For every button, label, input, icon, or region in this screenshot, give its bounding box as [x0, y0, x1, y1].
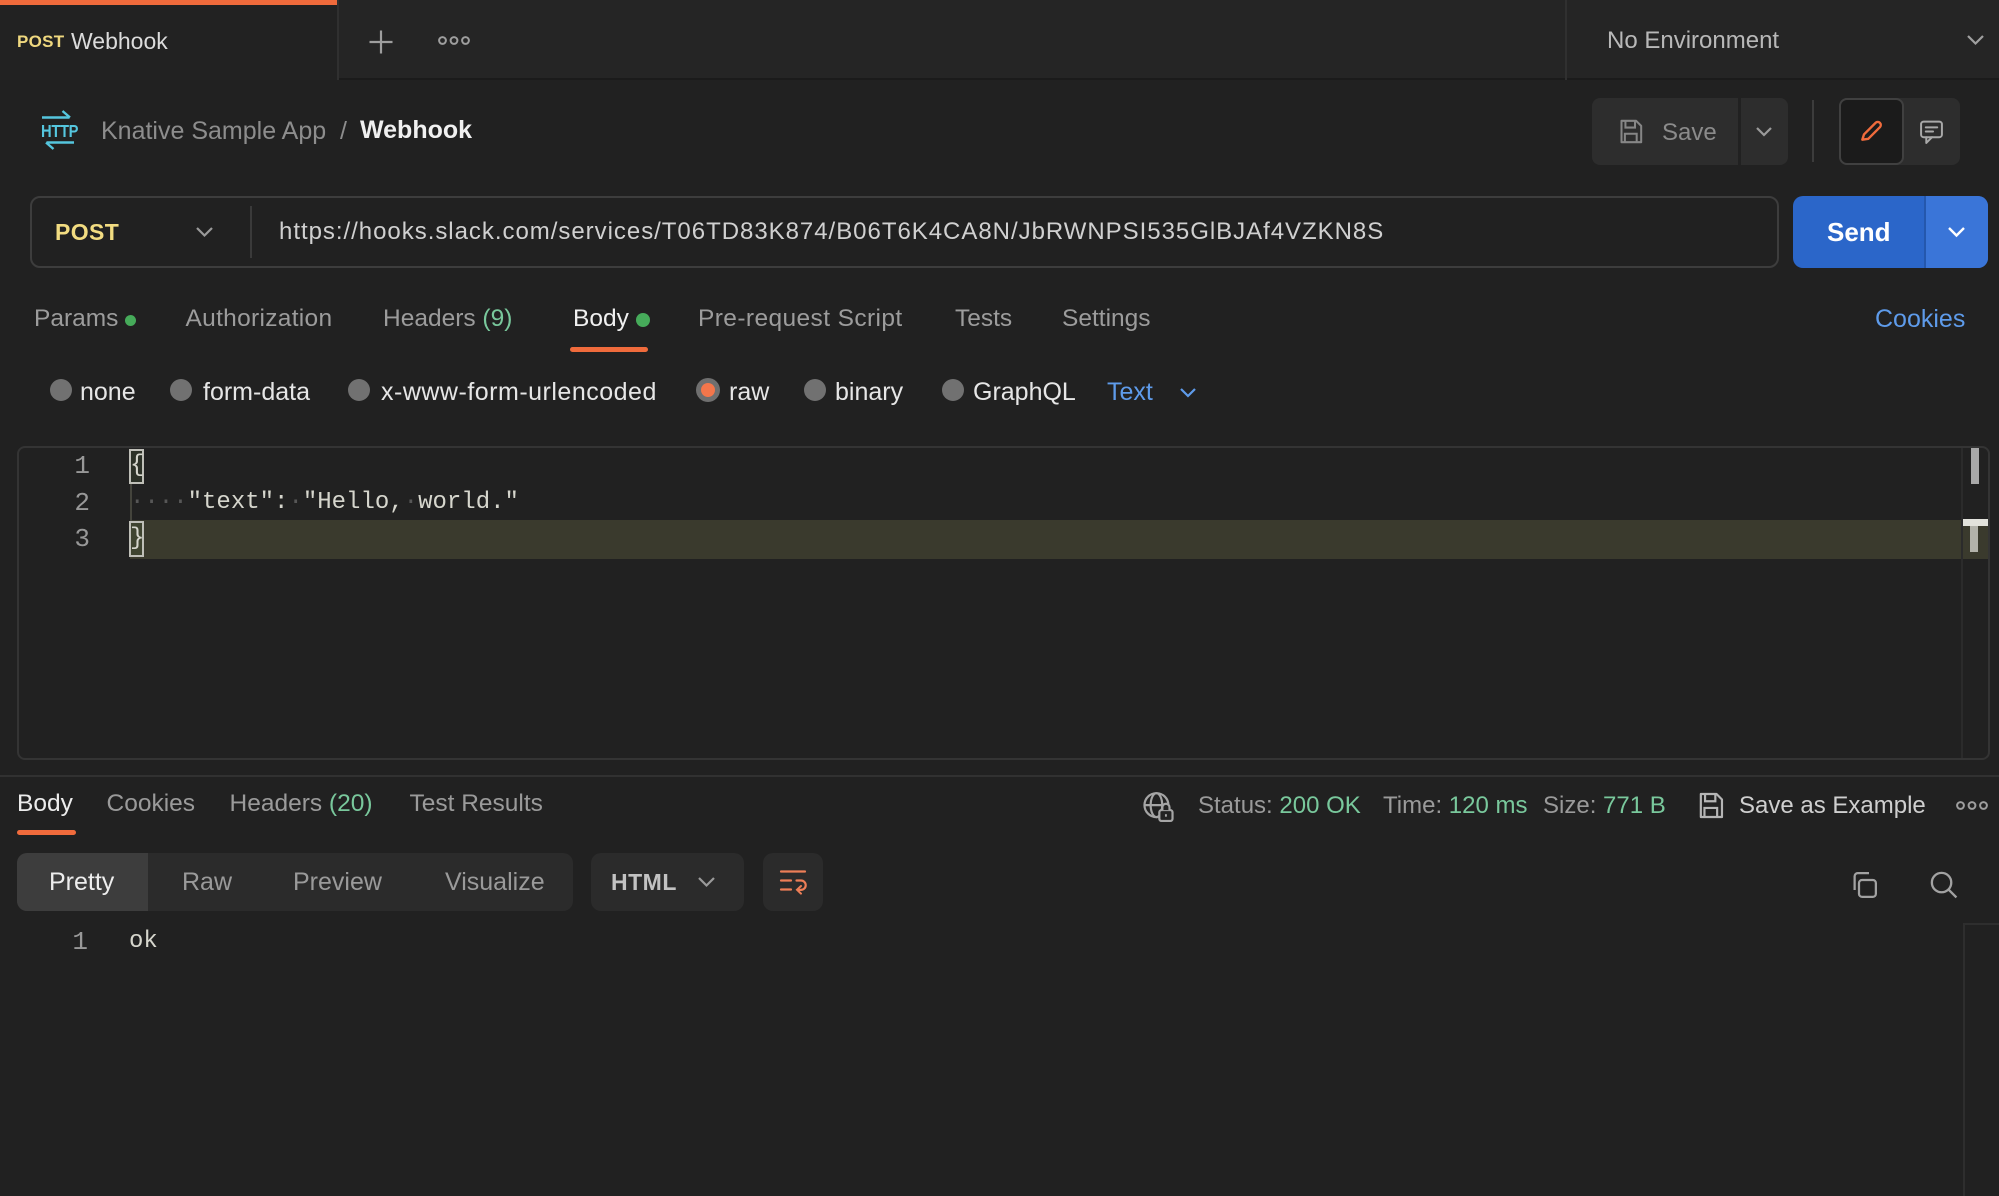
svg-text:HTTP: HTTP: [41, 122, 79, 142]
